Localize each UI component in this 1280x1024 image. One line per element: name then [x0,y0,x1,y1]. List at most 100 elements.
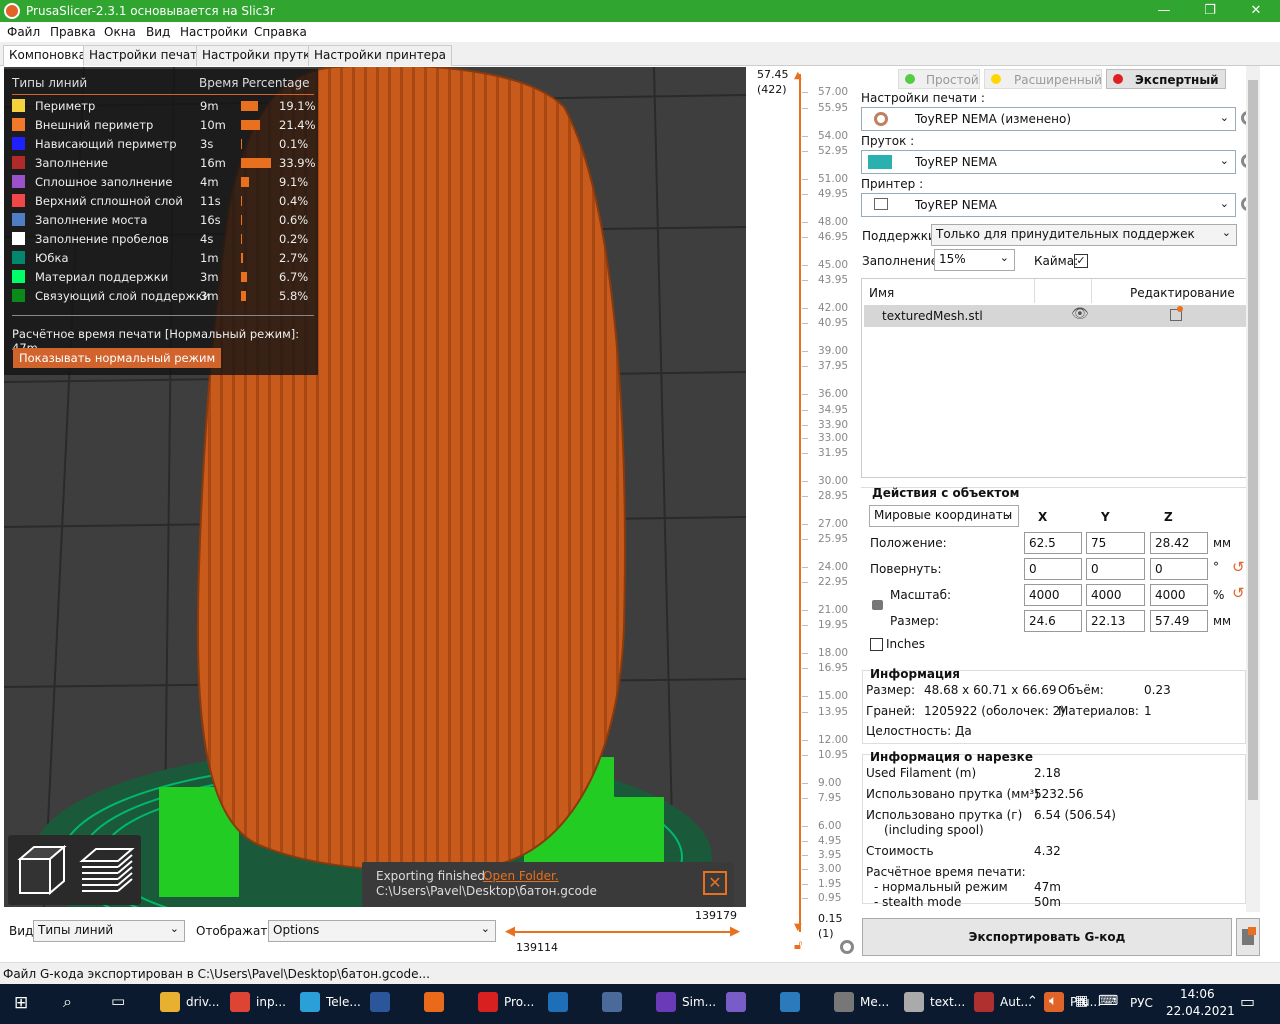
unlock-icon[interactable]: 🔓︎ [794,938,802,953]
tab-printer-settings[interactable]: Настройки принтера [308,45,453,66]
rotate-x-field[interactable]: 0 [1024,558,1082,580]
legend-row[interactable]: Материал поддержки 3m 6.7% [12,267,312,286]
search-icon[interactable]: ⌕ [63,992,72,1012]
taskbar-app[interactable]: Aut... [974,992,1032,1016]
clock-date[interactable]: 22.04.2021 [1166,1004,1235,1018]
position-z-field[interactable]: 28.42 [1150,532,1208,554]
taskbar-app[interactable]: text... [904,992,965,1016]
input-language[interactable]: РУС [1130,996,1153,1010]
scale-y-field[interactable]: 4000 [1086,584,1145,606]
filament-value: ToyREP NEMA [915,155,997,169]
taskbar-app[interactable]: Sim... [656,992,716,1016]
windows-start-icon[interactable]: ⊞ [14,993,28,1013]
infill-select[interactable]: 15% ⌄ [934,249,1015,271]
menu-help[interactable]: Справка [254,25,307,39]
show-normal-mode-button[interactable]: Показывать нормальный режим [13,348,222,368]
minimize-button[interactable]: — [1141,0,1187,22]
menu-settings[interactable]: Настройки [180,25,248,39]
legend-row[interactable]: Внешний периметр 10m 21.4% [12,115,316,134]
keyboard-icon[interactable]: ⌨ [1098,993,1118,1009]
taskbar-app[interactable]: Me... [834,992,889,1016]
scale-x-field[interactable]: 4000 [1024,584,1082,606]
rotate-z-field[interactable]: 0 [1150,558,1208,580]
legend-row[interactable]: Периметр 9m 19.1% [12,96,316,115]
tab-plater[interactable]: Компоновка [3,45,92,66]
size-x-field[interactable]: 24.6 [1024,610,1082,632]
task-view-icon[interactable]: ▭ [111,992,125,1010]
network-icon[interactable]: ▦ [1075,993,1088,1009]
taskbar-app[interactable]: driv... [160,992,220,1016]
eye-icon[interactable]: 👁︎ [1071,306,1089,322]
tab-print-settings[interactable]: Настройки печати [83,45,212,66]
legend-row[interactable]: Заполнение пробелов 4s 0.2% [12,229,312,248]
mode-expert-button[interactable]: Экспертный [1106,69,1226,89]
position-y-field[interactable]: 75 [1086,532,1145,554]
view-type-select[interactable]: Типы линий ⌄ [33,920,185,942]
lock-icon[interactable] [872,600,883,610]
print-settings-select[interactable]: ToyREP NEMA (изменено) ⌄ [861,107,1236,131]
speaker-icon[interactable]: 🔈︎ [1049,993,1057,1009]
taskbar-app[interactable] [780,992,818,1016]
export-gcode-button[interactable]: Экспортировать G-код [862,918,1232,956]
layer-settings-gear-icon[interactable] [840,940,854,954]
scrollbar-thumb[interactable] [1248,80,1258,800]
reset-scale-icon[interactable]: ↺ [1232,584,1245,602]
size-z-field[interactable]: 57.49 [1150,610,1208,632]
layer-bottom-thumb-icon[interactable]: ▼ [794,922,802,933]
h-slider-right-thumb-icon[interactable]: ▶ [730,924,740,939]
taskbar-app[interactable]: inp... [230,992,286,1016]
layers-view-icon[interactable] [76,841,136,901]
object-row[interactable]: texturedMesh.stl 👁︎ [864,305,1257,327]
coordinate-system-select[interactable]: Мировые координаты ⌄ [869,505,1019,527]
close-button[interactable]: ✕ [1233,0,1279,22]
open-folder-link[interactable]: Open Folder. [483,869,559,883]
position-x-field[interactable]: 62.5 [1024,532,1082,554]
tab-filament-settings[interactable]: Настройки прутка [196,45,324,66]
taskbar-app[interactable] [370,992,408,1016]
legend-row[interactable]: Верхний сплошной слой 11s 0.4% [12,191,312,210]
menu-view[interactable]: Вид [146,25,170,39]
show-options-select[interactable]: Options ⌄ [268,920,496,942]
menu-window[interactable]: Окна [104,25,136,39]
supports-select[interactable]: Только для принудительных поддержек ⌄ [931,224,1237,246]
taskbar-app[interactable] [424,992,462,1016]
layer-slider-track[interactable] [799,74,801,932]
mode-simple-button[interactable]: Простой [898,69,980,89]
maximize-button[interactable]: ❐ [1187,0,1233,22]
filament-select[interactable]: ToyREP NEMA ⌄ [861,150,1236,174]
legend-row[interactable]: Нависающий периметр 3s 0.1% [12,134,312,153]
h-slider-left-thumb-icon[interactable]: ◀ [505,924,515,939]
taskbar-app[interactable] [602,992,640,1016]
legend-row[interactable]: Заполнение 16m 33.9% [12,153,316,172]
clock-time[interactable]: 14:06 [1180,987,1215,1001]
legend-row[interactable]: Сплошное заполнение 4m 9.1% [12,172,312,191]
reset-rotation-icon[interactable]: ↺ [1232,558,1245,576]
object-name: texturedMesh.stl [882,309,983,323]
send-to-printer-button[interactable] [1236,918,1260,956]
3d-view-cube-icon[interactable] [12,841,72,901]
legend-row[interactable]: Заполнение моста 16s 0.6% [12,210,312,229]
scale-z-field[interactable]: 4000 [1150,584,1208,606]
menu-file[interactable]: Файл [7,25,40,39]
mode-advanced-button[interactable]: Расширенный [984,69,1102,89]
tray-chevron-icon[interactable]: ⌃ [1027,994,1038,1009]
menu-edit[interactable]: Правка [50,25,96,39]
horizontal-slider-track[interactable] [512,931,738,933]
taskbar-app[interactable]: Pro... [478,992,534,1016]
taskbar-app[interactable] [548,992,586,1016]
legend-row[interactable]: Связующий слой поддержки 3m 5.8% [12,286,312,305]
size-y-field[interactable]: 22.13 [1086,610,1145,632]
taskbar-app[interactable]: Tele... [300,992,361,1016]
legend-row[interactable]: Юбка 1m 2.7% [12,248,312,267]
inches-checkbox[interactable] [870,638,883,651]
layer-top-thumb-icon[interactable]: ▲ [794,70,802,81]
legend-item-time: 10m [200,118,226,132]
close-notification-icon[interactable]: ✕ [703,871,727,895]
layer-tick-mark [802,135,808,137]
notification-center-icon[interactable]: ▭ [1240,992,1255,1011]
brim-checkbox[interactable]: ✓ [1074,254,1088,268]
rotate-y-field[interactable]: 0 [1086,558,1145,580]
sidebar-scrollbar[interactable] [1246,66,1260,912]
printer-select[interactable]: ToyREP NEMA ⌄ [861,193,1236,217]
taskbar-app[interactable] [726,992,764,1016]
